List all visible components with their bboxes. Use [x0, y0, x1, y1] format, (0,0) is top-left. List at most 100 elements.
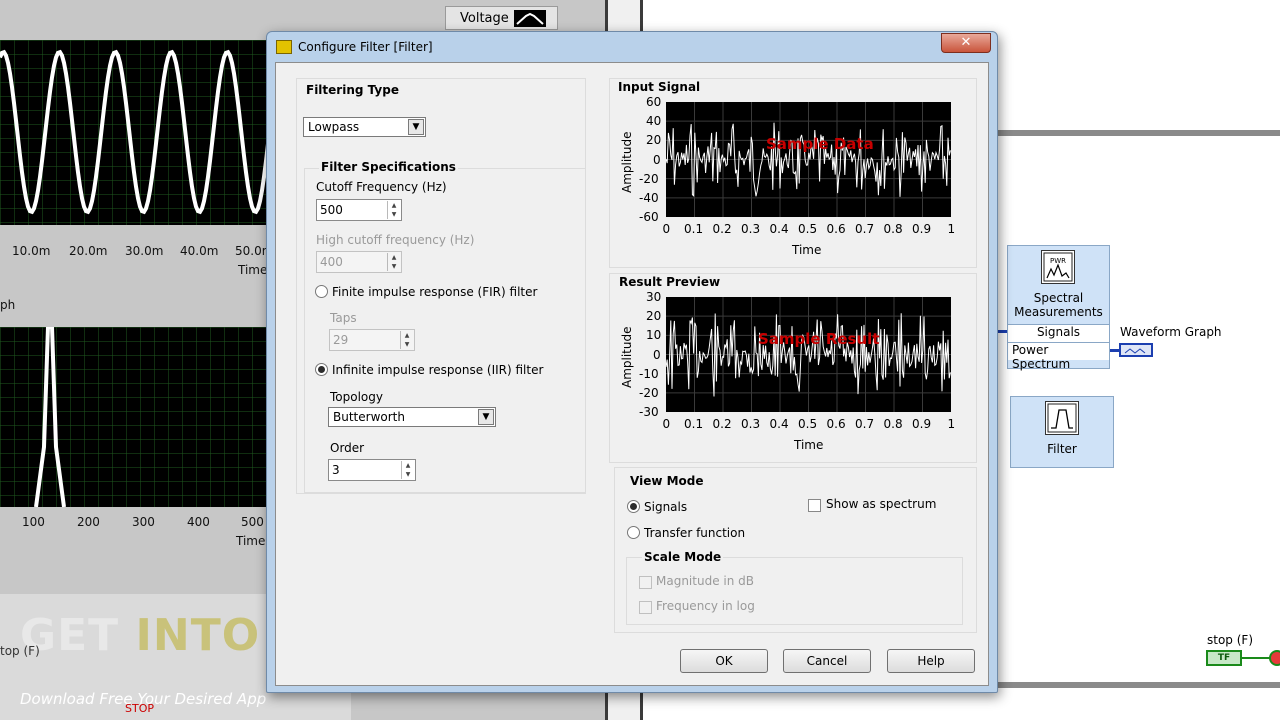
filter-node[interactable]: Filter: [1010, 396, 1114, 468]
y-tick-label: 20: [646, 309, 662, 324]
plot-legend[interactable]: Voltage: [445, 6, 558, 30]
input-signal-plot[interactable]: [665, 102, 951, 217]
spin-arrows-icon[interactable]: ▲ ▼: [387, 201, 400, 219]
high-cutoff-label: High cutoff frequency (Hz): [316, 233, 475, 247]
fir-label: Finite impulse response (FIR) filter: [332, 285, 538, 299]
stop-control-label: stop (F): [1207, 633, 1253, 647]
spin-arrows-icon[interactable]: ▲ ▼: [401, 461, 414, 479]
x-tick-label: 0.6: [826, 222, 846, 236]
magnitude-db-label: Magnitude in dB: [656, 574, 754, 588]
logo-into-text: INTO: [135, 610, 261, 661]
x-tick-label: 0.6: [826, 417, 846, 431]
stop-button[interactable]: STOP: [125, 702, 154, 715]
waveform-graph-terminal-icon[interactable]: [1119, 343, 1153, 357]
while-loop-border: [997, 682, 1280, 688]
chevron-down-icon: ▼: [408, 119, 424, 135]
help-button[interactable]: Help: [887, 649, 975, 673]
taps-input[interactable]: 29 ▲ ▼: [329, 329, 415, 351]
x-tick-label: 0.7: [855, 222, 875, 236]
topology-dropdown[interactable]: Butterworth ▼: [328, 407, 496, 427]
configure-filter-dialog: Configure Filter [Filter] ✕ Filtering Ty…: [266, 31, 998, 693]
order-input[interactable]: 3 ▲ ▼: [328, 459, 416, 481]
graph2-x-tick: 300: [132, 515, 155, 529]
y-tick-label: 10: [646, 328, 662, 343]
signals-radio[interactable]: [627, 500, 640, 513]
dialog-titlebar[interactable]: Configure Filter [Filter] ✕: [267, 32, 997, 62]
magnitude-db-checkbox[interactable]: [639, 576, 652, 589]
high-cutoff-value: 400: [320, 255, 343, 269]
graph2-x-label: Time: [236, 534, 266, 548]
signals-terminal[interactable]: Signals: [1008, 324, 1109, 342]
boolean-wire: [1242, 657, 1270, 659]
y-tick-label: -60: [639, 210, 659, 224]
spectral-node-title: Spectral Measurements: [1014, 291, 1103, 319]
ok-button[interactable]: OK: [680, 649, 768, 673]
waveform-graph-label: Waveform Graph: [1120, 325, 1222, 339]
legend-line-swatch: [514, 10, 546, 27]
input-signal-overlay: Sample Data: [766, 135, 874, 153]
cancel-button[interactable]: Cancel: [783, 649, 871, 673]
filtering-type-heading: Filtering Type: [306, 83, 399, 97]
topology-label: Topology: [330, 390, 383, 404]
graph1-x-tick: 30.0m: [125, 244, 164, 258]
cutoff-frequency-input[interactable]: 500 ▲ ▼: [316, 199, 402, 221]
y-tick-label: 60: [646, 95, 662, 109]
stop-control-label: top (F): [0, 644, 40, 658]
frequency-log-checkbox[interactable]: [639, 601, 652, 614]
high-cutoff-input[interactable]: 400 ▲ ▼: [316, 251, 402, 273]
filter-node-title: Filter: [1047, 442, 1077, 456]
result-y-axis-label: Amplitude: [620, 326, 634, 389]
x-tick-label: 0.8: [883, 222, 903, 236]
spin-arrows-icon[interactable]: ▲ ▼: [387, 253, 400, 271]
power-spectrum-terminal[interactable]: Power Spectrum: [1008, 342, 1109, 371]
iir-label: Infinite impulse response (IIR) filter: [332, 363, 544, 377]
transfer-function-radio[interactable]: [627, 526, 640, 539]
loop-condition-terminal[interactable]: [1269, 650, 1280, 666]
x-tick-label: 0.2: [712, 417, 732, 431]
cutoff-frequency-value: 500: [320, 203, 343, 217]
iir-radio[interactable]: [315, 363, 328, 376]
order-value: 3: [332, 463, 340, 477]
signal-wire: [1109, 349, 1119, 352]
x-tick-label: 0.4: [769, 222, 789, 236]
filtering-type-value: Lowpass: [308, 120, 360, 134]
result-preview-overlay: Sample Result: [758, 330, 880, 348]
x-tick-label: 0.5: [798, 222, 818, 236]
spin-arrows-icon[interactable]: ▲ ▼: [400, 331, 413, 349]
graph2-x-tick: 200: [77, 515, 100, 529]
dialog-title: Configure Filter [Filter]: [298, 40, 433, 54]
y-tick-label: 30: [646, 290, 662, 304]
filter-icon: [1045, 401, 1079, 435]
y-tick-label: -30: [639, 405, 659, 419]
waveform-graph-plot[interactable]: [0, 40, 280, 225]
close-button[interactable]: ✕: [941, 33, 991, 53]
topology-value: Butterworth: [333, 410, 405, 424]
x-tick-label: 1: [947, 417, 956, 431]
input-y-axis-label: Amplitude: [620, 131, 634, 194]
scale-mode-heading: Scale Mode: [642, 550, 724, 564]
signals-label: Signals: [644, 500, 688, 514]
x-tick-label: 0.9: [912, 222, 932, 236]
transfer-function-label: Transfer function: [644, 526, 746, 540]
y-tick-label: 0: [653, 347, 661, 362]
filtering-type-dropdown[interactable]: Lowpass ▼: [303, 117, 426, 137]
result-preview-plot[interactable]: [665, 297, 951, 412]
show-as-spectrum-checkbox[interactable]: [808, 499, 821, 512]
fir-radio[interactable]: [315, 285, 328, 298]
x-tick-label: 0.1: [684, 417, 704, 431]
filter-specs-heading: Filter Specifications: [319, 160, 458, 174]
y-tick-label: 40: [646, 114, 662, 129]
x-tick-label: 0.9: [912, 417, 932, 431]
spectrum-graph-plot[interactable]: [0, 327, 280, 507]
spectral-measurements-node[interactable]: PWR Spectral Measurements Signals Power …: [1007, 245, 1110, 371]
cutoff-frequency-label: Cutoff Frequency (Hz): [316, 180, 447, 194]
stop-terminal[interactable]: TF: [1206, 650, 1242, 666]
chevron-down-icon: ▼: [478, 409, 494, 425]
graph2-x-tick: 400: [187, 515, 210, 529]
result-preview-heading: Result Preview: [619, 275, 721, 289]
y-tick-label: -40: [639, 190, 659, 205]
show-as-spectrum-label: Show as spectrum: [826, 497, 937, 511]
y-tick-label: 20: [646, 133, 662, 148]
y-tick-label: -20: [639, 171, 659, 186]
x-tick-label: 0.8: [883, 417, 903, 431]
